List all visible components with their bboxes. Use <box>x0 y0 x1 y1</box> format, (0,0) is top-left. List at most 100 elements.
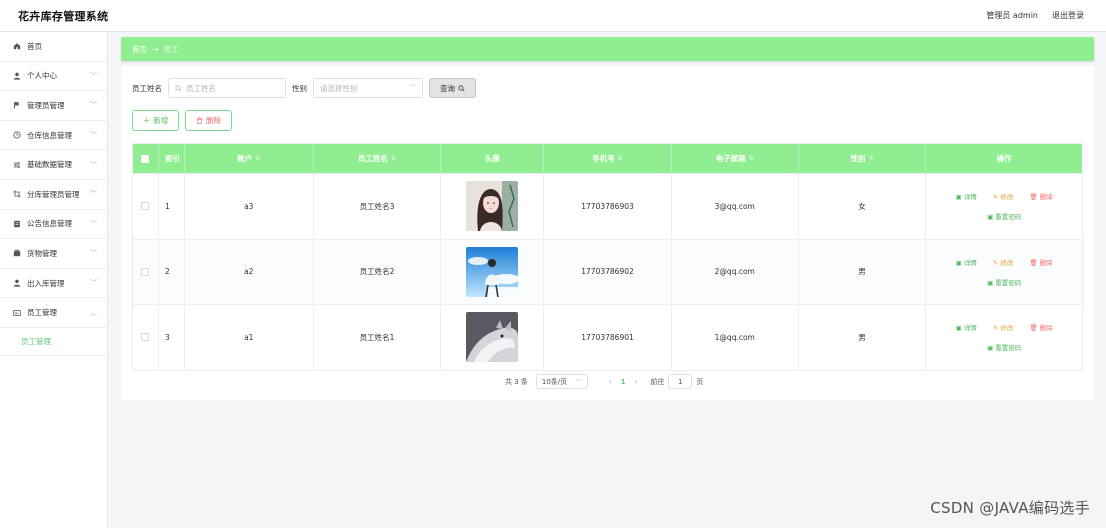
sex-select-placeholder: 请选择性别 <box>320 83 358 93</box>
sidebar-item-admin-management[interactable]: 管理员管理 ﹀ <box>0 91 107 121</box>
sidebar-item-in-out-stock[interactable]: 出入库管理 ﹀ <box>0 269 107 299</box>
sidebar-item-notice-info[interactable]: 公告信息管理 ﹀ <box>0 210 107 240</box>
column-header-name[interactable]: 员工姓名 ⇅ <box>314 144 442 173</box>
delete-button[interactable]: 🗑︎ 删除 <box>1029 191 1052 201</box>
query-button[interactable]: 查询 <box>429 78 476 98</box>
row-checkbox[interactable] <box>141 333 150 342</box>
avatar[interactable] <box>466 181 519 232</box>
row-checkbox[interactable] <box>141 202 150 211</box>
query-button-label: 查询 <box>440 83 455 93</box>
breadcrumb-home[interactable]: 首页 <box>132 44 147 55</box>
edit-label: 修改 <box>1000 324 1014 333</box>
sort-icon[interactable]: ⇅ <box>868 155 873 162</box>
column-header-account[interactable]: 账户 ⇅ <box>185 144 314 173</box>
chevron-down-icon: ﹀ <box>90 160 97 169</box>
breadcrumb: 首页 → 员工 <box>121 37 1094 61</box>
row-actions-line: ▣ 详情 ✎ 修改 🗑︎ 删除 <box>956 322 1053 332</box>
phone-cell: 17703786901 <box>544 305 672 370</box>
column-header-phone[interactable]: 手机号 ⇅ <box>544 144 672 173</box>
goto-label: 前往 <box>650 377 665 386</box>
logout-link[interactable]: 退出登录 <box>1052 10 1084 21</box>
column-header-label: 操作 <box>996 154 1012 163</box>
chevron-down-icon: ﹀ <box>409 84 416 92</box>
row-checkbox-cell <box>133 174 159 239</box>
sort-icon[interactable]: ⇅ <box>391 155 396 162</box>
employee-name-input[interactable]: 员工姓名 <box>168 78 286 98</box>
row-checkbox[interactable] <box>141 267 150 276</box>
table-row: 2 a2 员工姓名2 17703786902 2@qq.com 男 ▣ 详情 ✎… <box>133 238 1082 304</box>
reset-password-button[interactable]: ▣ 重置密码 <box>987 211 1021 221</box>
user-icon <box>12 279 22 287</box>
document-icon <box>12 220 22 228</box>
arrow-right-icon: → <box>152 44 159 54</box>
sidebar-subitem-employee-management[interactable]: 员工管理 <box>0 328 107 356</box>
delete-button[interactable]: 🗑︎ 删除 <box>1029 322 1052 332</box>
detail-button[interactable]: ▣ 详情 <box>956 257 977 267</box>
phone-cell: 17703786902 <box>544 239 672 304</box>
column-header-index: 索引 <box>159 144 185 173</box>
sidebar-item-label: 首页 <box>27 41 42 51</box>
employee-name-label: 员工姓名 <box>132 83 162 93</box>
row-actions-line: ▣ 详情 ✎ 修改 🗑︎ 删除 <box>956 257 1053 267</box>
sort-icon[interactable]: ⇅ <box>749 155 754 162</box>
chevron-down-icon: ﹀ <box>90 219 97 228</box>
column-header-email[interactable]: 电子邮箱 ⇅ <box>672 144 799 173</box>
prev-page-icon[interactable]: ‹ <box>609 378 612 386</box>
detail-button[interactable]: ▣ 详情 <box>956 322 977 332</box>
sort-icon[interactable]: ⇅ <box>618 155 623 162</box>
current-page[interactable]: 1 <box>621 378 626 386</box>
sidebar-item-home[interactable]: 首页 <box>0 32 107 62</box>
edit-button[interactable]: ✎ 修改 <box>993 322 1014 332</box>
flag-icon <box>12 101 22 110</box>
breadcrumb-current: 员工 <box>163 44 179 54</box>
box-icon <box>12 249 22 257</box>
edit-button[interactable]: ✎ 修改 <box>993 191 1014 201</box>
sidebar-item-personal-center[interactable]: 个人中心 ﹀ <box>0 62 107 92</box>
account-cell: a1 <box>185 305 314 370</box>
reset-password-button[interactable]: ▣ 重置密码 <box>987 342 1021 352</box>
goto-page-input[interactable]: 1 <box>668 374 693 389</box>
chevron-down-icon: ﹀ <box>90 131 97 140</box>
add-button[interactable]: ＋ 新增 <box>132 110 179 131</box>
sort-icon[interactable]: ⇅ <box>255 155 260 162</box>
row-checkbox-cell <box>133 305 159 370</box>
action-bar: ＋ 新增 删除 <box>132 110 232 131</box>
id-card-icon <box>12 309 22 317</box>
avatar[interactable] <box>466 312 519 363</box>
index-cell: 1 <box>159 174 185 239</box>
home-icon <box>12 42 22 50</box>
column-header-label: 手机号 <box>592 154 615 163</box>
goto-page-value: 1 <box>678 377 683 386</box>
chevron-up-icon: ︿ <box>90 308 97 317</box>
sidebar-item-warehouse-info[interactable]: 仓库信息管理 ﹀ <box>0 121 107 151</box>
sidebar-item-branch-admin[interactable]: 分库管理员管理 ﹀ <box>0 180 107 210</box>
add-button-label: 新增 <box>153 116 169 125</box>
plus-icon: ＋ <box>142 116 151 125</box>
detail-button[interactable]: ▣ 详情 <box>956 191 977 201</box>
select-all-checkbox[interactable] <box>141 154 150 163</box>
sidebar-item-basic-data[interactable]: 基础数据管理 ﹀ <box>0 150 107 180</box>
page-size-select[interactable]: 10条/页 ﹀ <box>535 374 588 389</box>
avatar[interactable] <box>466 246 519 297</box>
delete-label: 删除 <box>1039 324 1053 333</box>
batch-delete-button[interactable]: 删除 <box>185 110 232 131</box>
trash-icon <box>196 117 203 124</box>
top-bar: 花卉库存管理系统 管理员 admin 退出登录 <box>0 0 1106 32</box>
column-header-label: 电子邮箱 <box>715 154 746 163</box>
employee-table: 索引 账户 ⇅ 员工姓名 ⇅ 头像 手机号 ⇅ 电子邮箱 ⇅ 性别 ⇅ 操作 1 a3 员… <box>132 143 1083 371</box>
reset-password-button[interactable]: ▣ 重置密码 <box>987 277 1021 287</box>
edit-button[interactable]: ✎ 修改 <box>993 257 1014 267</box>
top-bar-actions: 管理员 admin 退出登录 <box>986 10 1084 21</box>
email-cell: 1@qq.com <box>672 305 799 370</box>
sex-select[interactable]: 请选择性别 ﹀ <box>313 78 423 98</box>
chevron-down-icon: ﹀ <box>575 379 582 386</box>
row-actions: ▣ 详情 ✎ 修改 🗑︎ 删除 ▣ 重置密码 <box>956 322 1053 352</box>
next-page-icon[interactable]: › <box>635 378 638 386</box>
sidebar-item-employee-management[interactable]: 员工管理 ︿ <box>0 298 107 328</box>
main-panel: 员工姓名 员工姓名 性别 请选择性别 ﹀ 查询 ＋ 新增 删除 索引 账户 ⇅ … <box>121 66 1094 400</box>
column-header-sex[interactable]: 性别 ⇅ <box>799 144 927 173</box>
reset-password-label: 重置密码 <box>995 344 1022 353</box>
page-unit-label: 页 <box>696 377 704 386</box>
delete-button[interactable]: 🗑︎ 删除 <box>1029 257 1052 267</box>
sidebar-item-goods[interactable]: 货物管理 ﹀ <box>0 239 107 269</box>
